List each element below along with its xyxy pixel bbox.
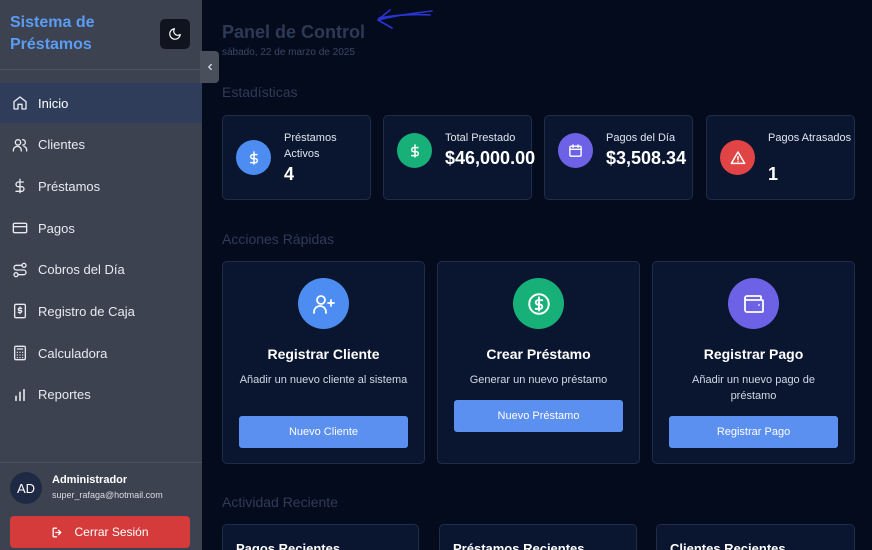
- moon-icon: [169, 28, 181, 40]
- calculator-icon: [11, 344, 29, 362]
- sidebar-item-label: Inicio: [38, 95, 69, 111]
- stat-card-total-prestado: Total Prestado $46,000.00: [383, 115, 536, 200]
- logout-icon: [53, 527, 62, 537]
- page-date: sábado, 22 de marzo de 2025: [222, 47, 355, 58]
- stat-value: 4: [284, 164, 295, 184]
- new-client-button[interactable]: Nuevo Cliente: [239, 416, 408, 448]
- sidebar-item-inicio[interactable]: Inicio: [0, 83, 202, 123]
- sidebar-item-label: Pagos: [38, 220, 75, 236]
- stats-heading: Estadísticas: [222, 84, 298, 100]
- action-description: Añadir un nuevo pago de préstamo: [692, 374, 815, 402]
- sidebar: Sistema de Préstamos Inicio Clientes Pré…: [0, 0, 202, 550]
- arrow-annotation-icon: [377, 9, 433, 29]
- register-payment-button[interactable]: Registrar Pago: [669, 416, 838, 448]
- stat-value: $46,000.00: [445, 148, 536, 168]
- dollar-circle-icon: [513, 278, 564, 329]
- action-title: Crear Préstamo: [486, 346, 591, 362]
- sidebar-item-label: Registro de Caja: [38, 303, 135, 319]
- users-icon: [11, 136, 29, 154]
- main-content: Panel de Control sábado, 22 de marzo de …: [202, 0, 872, 550]
- sidebar-item-label: Préstamos: [38, 178, 101, 194]
- dollar-icon: [397, 133, 432, 168]
- stat-card-pagos-del-dia: Pagos del Día $3,508.34: [544, 115, 693, 200]
- recent-payments-card: Pagos Recientes: [222, 524, 419, 550]
- user-plus-icon: [298, 278, 349, 329]
- stat-label: Préstamos Activos: [284, 132, 337, 160]
- action-description: Añadir un nuevo cliente al sistema: [239, 374, 408, 386]
- action-card-registrar-pago: Registrar Pago Añadir un nuevo pago de p…: [652, 261, 855, 464]
- cash-register-icon: [11, 302, 29, 320]
- recent-activity-heading: Actividad Reciente: [222, 494, 338, 510]
- stat-label: Total Prestado: [445, 132, 516, 144]
- action-title: Registrar Pago: [703, 346, 804, 362]
- new-loan-button[interactable]: Nuevo Préstamo: [454, 400, 623, 432]
- page-title: Panel de Control: [222, 22, 366, 42]
- route-icon: [11, 261, 29, 279]
- action-card-crear-prestamo: Crear Préstamo Generar un nuevo préstamo…: [437, 261, 640, 464]
- recent-card-title: Préstamos Recientes: [453, 541, 585, 550]
- user-name: Administrador: [52, 474, 128, 486]
- recent-card-title: Pagos Recientes: [236, 541, 341, 550]
- sidebar-item-label: Cobros del Día: [38, 262, 125, 278]
- sidebar-item-caja[interactable]: Registro de Caja: [0, 291, 202, 331]
- wallet-icon: [728, 278, 779, 329]
- sidebar-item-label: Calculadora: [38, 345, 108, 361]
- sidebar-item-prestamos[interactable]: Préstamos: [0, 166, 202, 206]
- stat-value: $3,508.34: [606, 148, 687, 168]
- quick-actions-heading: Acciones Rápidas: [222, 231, 335, 247]
- action-title: Registrar Cliente: [267, 346, 380, 362]
- sidebar-item-cobros[interactable]: Cobros del Día: [0, 250, 202, 290]
- sidebar-item-reportes[interactable]: Reportes: [0, 375, 202, 415]
- stat-label: Pagos Atrasados: [768, 132, 852, 144]
- chart-icon: [11, 386, 29, 404]
- sidebar-item-label: Clientes: [38, 137, 85, 153]
- home-icon: [11, 94, 29, 112]
- action-card-registrar-cliente: Registrar Cliente Añadir un nuevo client…: [222, 261, 425, 464]
- stat-value: 1: [768, 164, 779, 184]
- sidebar-item-pagos[interactable]: Pagos: [0, 208, 202, 248]
- sidebar-collapse-button[interactable]: [200, 51, 219, 83]
- avatar: AD: [10, 472, 42, 504]
- sidebar-item-label: Reportes: [38, 387, 91, 403]
- app-title: Sistema de Préstamos: [10, 14, 95, 53]
- action-description: Generar un nuevo préstamo: [469, 374, 608, 386]
- dollar-icon: [11, 177, 29, 195]
- logout-label: Cerrar Sesión: [74, 525, 149, 539]
- recent-loans-card: Préstamos Recientes: [439, 524, 637, 550]
- recent-clients-card: Clientes Recientes: [656, 524, 855, 550]
- logout-button[interactable]: Cerrar Sesión: [10, 516, 190, 548]
- user-panel: AD Administrador super_rafaga@hotmail.co…: [0, 462, 202, 550]
- user-email: super_rafaga@hotmail.com: [52, 490, 163, 500]
- theme-toggle-button[interactable]: [160, 19, 190, 49]
- chevron-left-icon: [207, 63, 212, 71]
- calendar-icon: [558, 133, 593, 168]
- dollar-icon: [236, 140, 271, 175]
- stat-card-prestamos-activos: Préstamos Activos 4: [222, 115, 371, 200]
- sidebar-item-clientes[interactable]: Clientes: [0, 125, 202, 165]
- brand-header: Sistema de Préstamos: [0, 0, 202, 70]
- card-icon: [11, 219, 29, 237]
- sidebar-item-calculadora[interactable]: Calculadora: [0, 333, 202, 373]
- stat-label: Pagos del Día: [606, 132, 676, 144]
- sidebar-nav: Inicio Clientes Préstamos Pagos Cobros d…: [0, 83, 202, 417]
- warning-icon: [720, 140, 755, 175]
- stat-card-pagos-atrasados: Pagos Atrasados 1: [706, 115, 855, 200]
- recent-card-title: Clientes Recientes: [670, 541, 786, 550]
